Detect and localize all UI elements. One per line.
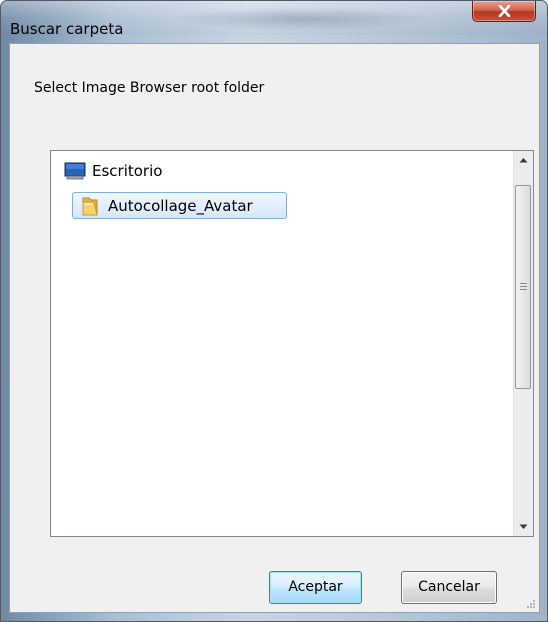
tree-item-autocollage-avatar[interactable]: Autocollage_Avatar bbox=[72, 192, 287, 219]
scroll-thumb[interactable] bbox=[515, 185, 531, 389]
window-title: Buscar carpeta bbox=[10, 20, 124, 38]
dialog-client-area: Select Image Browser root folder Escrito… bbox=[9, 43, 540, 613]
scroll-down-button[interactable] bbox=[514, 518, 533, 536]
folder-icon bbox=[82, 197, 98, 215]
accept-button[interactable]: Aceptar bbox=[269, 571, 362, 604]
desktop-icon bbox=[64, 162, 86, 180]
resize-grip-icon[interactable] bbox=[526, 599, 536, 609]
arrow-up-icon bbox=[519, 158, 528, 163]
title-bar[interactable]: Buscar carpeta bbox=[1, 1, 547, 38]
arrow-down-icon bbox=[519, 524, 528, 529]
folder-tree[interactable]: Escritorio Autocollage_Avatar bbox=[50, 150, 534, 537]
close-button[interactable] bbox=[472, 1, 536, 22]
instruction-text: Select Image Browser root folder bbox=[34, 80, 265, 96]
cancel-button[interactable]: Cancelar bbox=[401, 571, 497, 604]
tree-item-label: Autocollage_Avatar bbox=[108, 196, 253, 215]
dialog-window: Buscar carpeta Select Image Browser root… bbox=[0, 0, 548, 622]
scroll-up-button[interactable] bbox=[514, 151, 533, 169]
tree-item-label: Escritorio bbox=[92, 162, 163, 180]
tree-item-escritorio[interactable]: Escritorio bbox=[64, 161, 162, 181]
close-icon bbox=[498, 5, 511, 17]
vertical-scrollbar[interactable] bbox=[513, 151, 533, 536]
grip-icon bbox=[520, 283, 527, 290]
